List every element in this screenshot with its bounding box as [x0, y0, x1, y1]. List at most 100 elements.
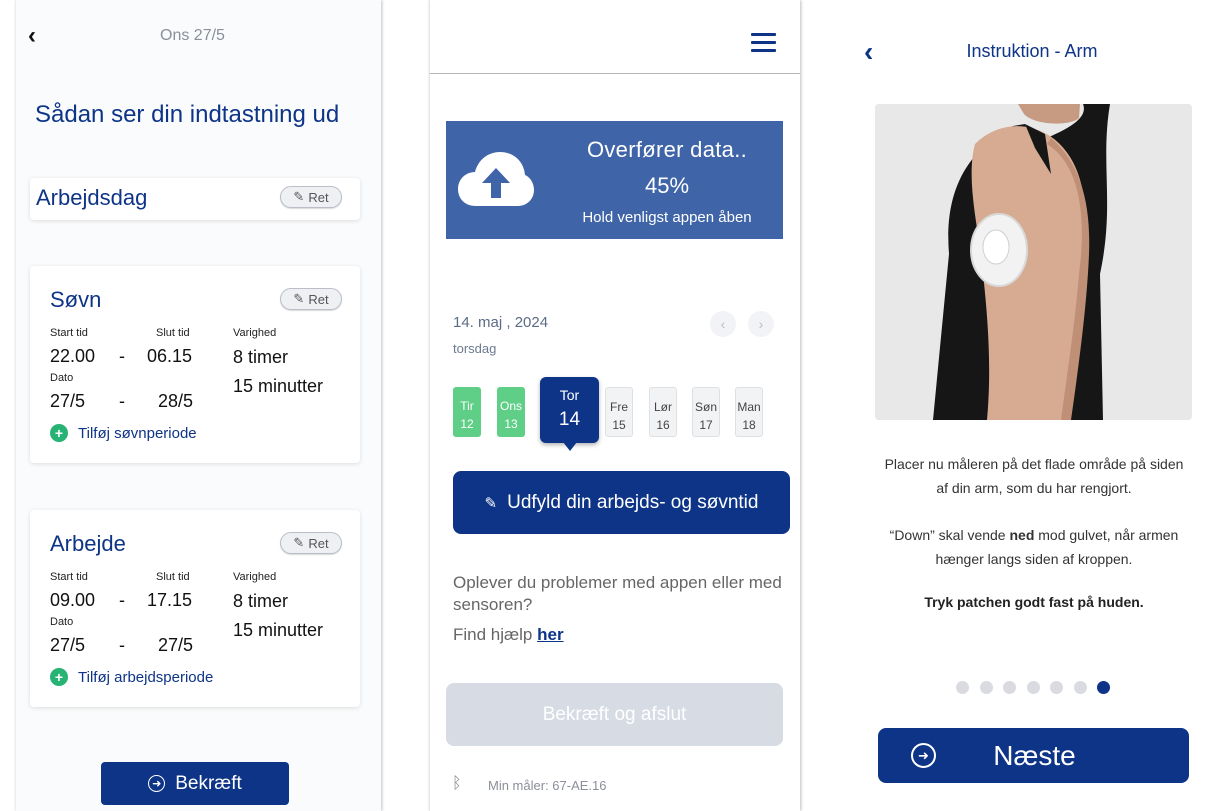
page-title: Sådan ser din indtastning ud [35, 101, 340, 128]
confirm-button[interactable]: ➜ Bekræft [101, 762, 289, 805]
start-date-value: 27/5 [50, 635, 86, 655]
date-dash: - [119, 391, 125, 411]
time-dash: - [119, 346, 125, 366]
day-number: 16 [656, 418, 670, 432]
day-ons[interactable]: Ons 13 [497, 387, 525, 437]
start-time-value: 09.00 [50, 590, 96, 610]
selected-date: 14. maj , 2024 [453, 314, 549, 331]
page-dot [1026, 681, 1040, 694]
next-label: Næste [993, 739, 1076, 771]
add-work-period-button[interactable]: + Tilføj arbejdsperiode [50, 668, 213, 686]
cloud-upload-icon [458, 152, 534, 206]
time-dash: - [119, 590, 125, 610]
instruction-photo [875, 104, 1192, 420]
add-work-period-label: Tilføj arbejdsperiode [78, 668, 214, 686]
transfer-banner: Overfører data.. 45% Hold venligst appen… [446, 121, 783, 239]
pencil-icon: ✎ [293, 291, 305, 306]
day-søn[interactable]: Søn 17 [692, 387, 720, 437]
end-date-value: 27/5 [158, 635, 194, 655]
sleep-card: Søvn ✎ Ret Start tid Slut tid Varighed 22… [30, 266, 360, 463]
transfer-subtitle: Hold venligst appen åben [582, 209, 752, 226]
page-dot [979, 681, 993, 694]
plus-icon: + [50, 424, 68, 442]
start-time-label: Start tid [50, 571, 88, 583]
page-dot [1050, 681, 1063, 694]
work-title: Arbejde [50, 531, 126, 556]
selected-weekday: torsdag [453, 341, 497, 356]
duration-label: Varighed [233, 327, 277, 339]
edit-label: Ret [308, 535, 329, 551]
page-dot [1003, 681, 1016, 694]
pencil-icon: ✎ [484, 494, 498, 512]
bluetooth-icon: ᛒ [452, 775, 462, 792]
edit-sleep-button[interactable]: ✎ Ret [280, 288, 342, 310]
instruction-paragraph-1: Placer nu måleren på det flade område på… [884, 456, 1184, 496]
pencil-icon: ✎ [293, 535, 305, 550]
day-name: Fre [610, 400, 628, 414]
day-name: Tir [460, 399, 474, 413]
day-name: Lør [654, 400, 672, 414]
transfer-title: Overfører data.. [586, 137, 748, 162]
edit-work-button[interactable]: ✎ Ret [280, 532, 342, 554]
help-line: Find hjælp her [453, 625, 564, 645]
day-number: 14 [558, 409, 581, 430]
edit-label: Ret [308, 189, 329, 205]
day-name: Tor [559, 387, 580, 403]
instruction-paragraph-2: “Down” skal vende ned mod gulvet, når ar… [879, 523, 1189, 571]
header-divider [430, 73, 800, 74]
instruction-paragraph-3: Tryk patchen godt fast på huden. [924, 594, 1144, 610]
help-prefix: Find hjælp [453, 625, 533, 644]
add-sleep-period-label: Tilføj søvnperiode [78, 424, 197, 442]
duration-hours: 8 timer [233, 347, 289, 367]
fill-work-sleep-label: Udfyld din arbejds- og søvntid [507, 491, 759, 513]
next-week-icon[interactable]: › [748, 311, 774, 337]
fill-work-sleep-button[interactable]: ✎ Udfyld din arbejds- og søvntid [453, 471, 790, 534]
day-tir[interactable]: Tir 12 [453, 387, 481, 437]
page-title: Instruktion - Arm [966, 41, 1098, 61]
hamburger-menu-icon[interactable] [751, 33, 776, 52]
page-indicator [956, 681, 1121, 699]
date-label: Dato [50, 372, 74, 384]
edit-day-type-button[interactable]: ✎ Ret [280, 186, 342, 208]
day-number: 17 [699, 418, 713, 432]
home-screen: Overfører data.. 45% Hold venligst appen… [430, 0, 800, 811]
duration-minutes: 15 minutter [233, 376, 324, 396]
day-name: Ons [499, 399, 522, 413]
page-dot [1073, 681, 1087, 694]
next-button[interactable]: ➜ Næste [878, 728, 1189, 783]
end-time-value: 06.15 [147, 346, 193, 366]
day-tor[interactable]: Tor 14 [540, 377, 599, 451]
back-chevron-icon[interactable]: ‹ [28, 24, 36, 48]
day-fre[interactable]: Fre 15 [605, 387, 633, 437]
day-type-card: Arbejdsdag ✎ Ret [30, 178, 360, 220]
confirm-finish-button[interactable]: Bekræft og afslut [446, 683, 783, 746]
sleep-title: Søvn [50, 287, 102, 312]
instruction-screen: ‹ Instruktion - Arm Placer nu måleren på… [849, 0, 1209, 811]
page-dot [956, 681, 969, 694]
para2-bold: ned [1009, 527, 1035, 543]
arrow-circle-right-icon: ➜ [148, 775, 166, 792]
date-header: Ons 27/5 [160, 27, 225, 44]
end-time-label: Slut tid [156, 571, 190, 583]
end-time-label: Slut tid [156, 327, 190, 339]
start-time-value: 22.00 [50, 346, 96, 366]
help-link[interactable]: her [537, 625, 563, 644]
day-number: 13 [504, 417, 518, 431]
end-time-value: 17.15 [147, 590, 193, 610]
day-name: Man [737, 400, 761, 414]
add-sleep-period-button[interactable]: + Tilføj søvnperiode [50, 424, 197, 442]
duration-label: Varighed [233, 571, 277, 583]
entry-review-screen: ‹ Ons 27/5 Sådan ser din indtastning ud … [16, 0, 381, 811]
transfer-progress: 45% [644, 173, 690, 198]
duration-minutes: 15 minutter [233, 620, 324, 640]
date-dash: - [119, 635, 125, 655]
duration-hours: 8 timer [233, 591, 289, 611]
pointer-triangle [563, 442, 577, 451]
date-label: Dato [50, 616, 74, 628]
previous-week-icon[interactable]: ‹ [710, 311, 736, 337]
help-text: Oplever du problemer med appen eller med… [453, 573, 782, 614]
day-type-title: Arbejdsdag [36, 185, 148, 210]
start-date-value: 27/5 [50, 391, 86, 411]
day-lør[interactable]: Lør 16 [649, 387, 677, 437]
day-man[interactable]: Man 18 [735, 387, 763, 437]
